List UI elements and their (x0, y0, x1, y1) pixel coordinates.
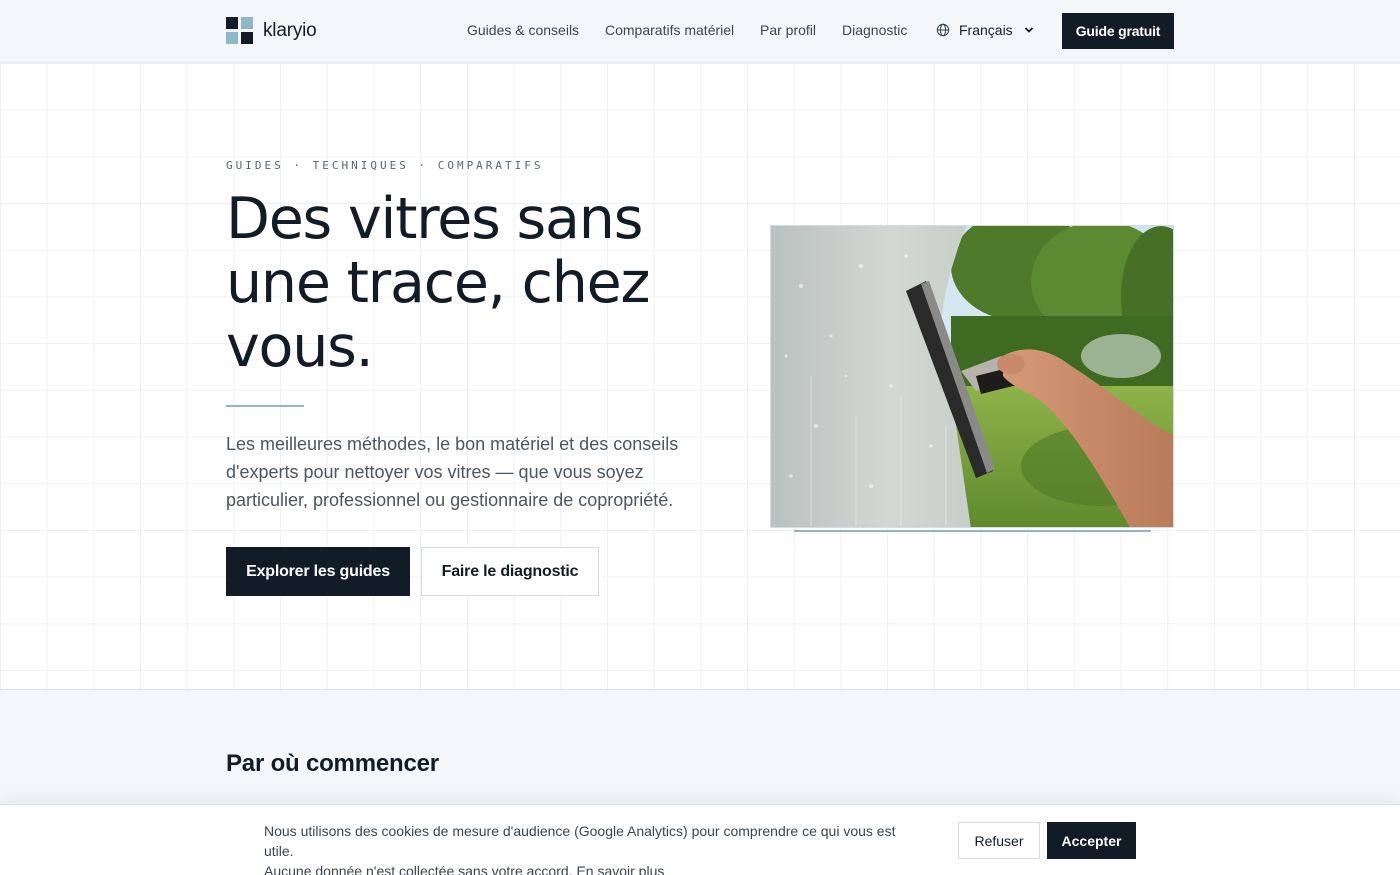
hero-image-squeegee (770, 225, 1174, 528)
cookie-message: Nous utilisons des cookies de mesure d'a… (264, 821, 924, 875)
language-selector[interactable]: Français (936, 22, 1034, 38)
section-title: Par où commencer (226, 750, 439, 777)
nav-comparatifs-materiel[interactable]: Comparatifs matériel (605, 22, 734, 38)
hero-section: GUIDES · TECHNIQUES · COMPARATIFS Des vi… (0, 63, 1400, 690)
nav-diagnostic[interactable]: Diagnostic (842, 22, 907, 38)
site-header: klaryio Guides & conseils Comparatifs ma… (0, 0, 1400, 63)
accept-cookies-button[interactable]: Accepter (1047, 822, 1136, 859)
cookie-banner: Nous utilisons des cookies de mesure d'a… (0, 804, 1400, 875)
nav-guides-conseils[interactable]: Guides & conseils (467, 22, 579, 38)
diagnostic-button[interactable]: Faire le diagnostic (421, 547, 599, 596)
logo[interactable]: klaryio (226, 17, 317, 45)
globe-icon (936, 23, 950, 37)
logo-text: klaryio (263, 20, 317, 41)
logo-mark-icon (226, 17, 253, 45)
hero-eyebrow: GUIDES · TECHNIQUES · COMPARATIFS (226, 159, 544, 172)
cookie-text-line2: Aucune donnée n'est collectée sans votre… (264, 863, 573, 875)
hero-description: Les meilleures méthodes, le bon matériel… (226, 434, 679, 510)
free-guide-button[interactable]: Guide gratuit (1062, 13, 1174, 49)
accent-divider (226, 405, 304, 407)
image-accent-line (794, 530, 1151, 532)
hero-title: Des vitres sans une trace, chez vous. (226, 186, 650, 380)
chevron-down-icon (1024, 27, 1033, 33)
learn-more-link[interactable]: En savoir plus (576, 863, 664, 875)
cookie-text-line1: Nous utilisons des cookies de mesure d'a… (264, 823, 896, 859)
nav-par-profil[interactable]: Par profil (760, 22, 816, 38)
refuse-cookies-button[interactable]: Refuser (958, 822, 1040, 859)
explore-guides-button[interactable]: Explorer les guides (226, 547, 410, 596)
language-label: Français (959, 22, 1013, 38)
